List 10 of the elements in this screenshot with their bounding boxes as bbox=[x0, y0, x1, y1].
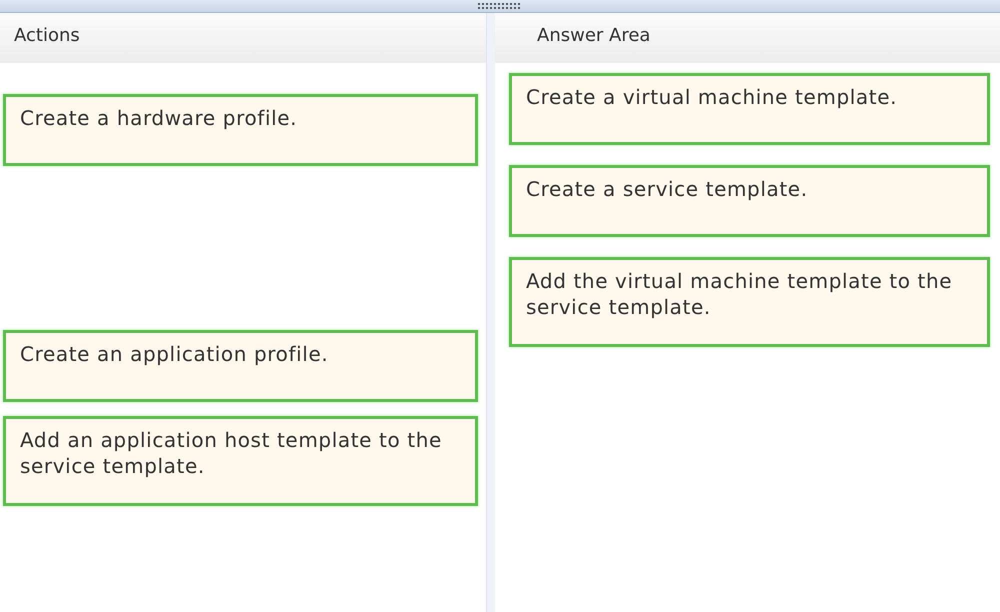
answer-card[interactable]: Add the virtual machine template to the service template. bbox=[509, 257, 990, 347]
column-header: Answer Area bbox=[495, 13, 1000, 63]
answer-card[interactable]: Create a service template. bbox=[509, 165, 990, 237]
splitter-bar[interactable] bbox=[0, 0, 1000, 13]
draggable-card[interactable]: Create an application profile. bbox=[3, 330, 478, 402]
draggable-card[interactable]: Add an application host template to the service template. bbox=[3, 416, 478, 506]
answer-card[interactable]: Create a virtual machine template. bbox=[509, 73, 990, 145]
grip-icon bbox=[478, 3, 522, 9]
draggable-card[interactable]: Create a hardware profile. bbox=[3, 94, 478, 166]
column-header: Actions bbox=[0, 13, 486, 63]
